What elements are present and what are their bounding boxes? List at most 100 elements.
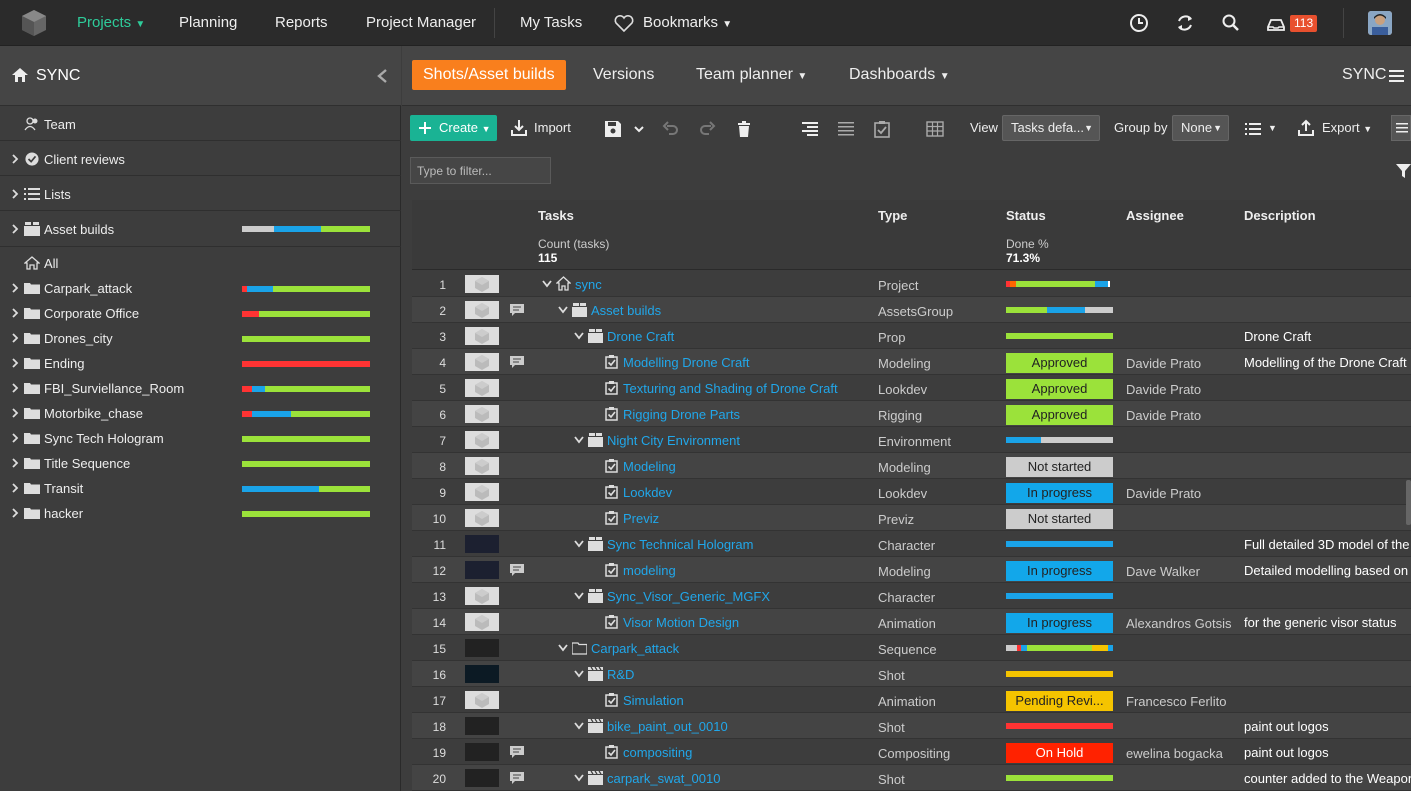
list-options-dropdown[interactable]: ▼ xyxy=(1268,115,1277,141)
collapse-sidebar-icon[interactable] xyxy=(376,69,388,83)
chevron-right-icon[interactable] xyxy=(11,308,19,318)
chevron-right-icon[interactable] xyxy=(11,224,19,234)
table-row[interactable]: 9 Lookdev Lookdev In progress Davide Prato xyxy=(412,479,1411,505)
view-select[interactable]: Tasks defa... ▼ xyxy=(1002,115,1100,141)
comment-icon[interactable] xyxy=(509,771,525,785)
task-name-link[interactable]: Simulation xyxy=(623,693,684,708)
sidebar-tree-item[interactable]: FBI_Surviellance_Room xyxy=(0,376,401,401)
assignee[interactable]: Davide Prato xyxy=(1126,356,1201,371)
more-options-button[interactable] xyxy=(1391,115,1411,141)
table-row[interactable]: 14 Visor Motion Design Animation In progres… xyxy=(412,609,1411,635)
task-name-link[interactable]: Sync_Visor_Generic_MGFX xyxy=(607,589,770,604)
inbox-icon[interactable] xyxy=(1265,12,1287,34)
table-row[interactable]: 4 Modelling Drone Craft Modeling Approved Da… xyxy=(412,349,1411,375)
tab-versions[interactable]: Versions xyxy=(593,66,654,84)
chevron-right-icon[interactable] xyxy=(11,458,19,468)
align-right-icon[interactable] xyxy=(801,120,819,138)
thumbnail[interactable] xyxy=(465,509,499,527)
table-row[interactable]: 20 carpark_swat_0010 Shot counter added to … xyxy=(412,765,1411,791)
table-row[interactable]: 12 modeling Modeling In progress Dave Walker… xyxy=(412,557,1411,583)
trash-icon[interactable] xyxy=(735,120,753,138)
thumbnail[interactable] xyxy=(465,561,499,579)
column-header-status[interactable]: Status xyxy=(1006,208,1046,223)
nav-projects[interactable]: Projects ▼ xyxy=(77,14,145,31)
sidebar-tree-item[interactable]: Title Sequence xyxy=(0,451,401,476)
task-name-link[interactable]: modeling xyxy=(623,563,676,578)
sidebar-item-lists[interactable]: Lists xyxy=(0,177,401,211)
thumbnail[interactable] xyxy=(465,483,499,501)
chevron-right-icon[interactable] xyxy=(11,408,19,418)
assignee[interactable]: Francesco Ferlito xyxy=(1126,694,1226,709)
assignee[interactable]: Alexandros Gotsis xyxy=(1126,616,1232,631)
table-row[interactable]: 11 Sync Technical Hologram Character Full d… xyxy=(412,531,1411,557)
notification-count-badge[interactable]: 113 xyxy=(1290,15,1318,32)
import-icon[interactable] xyxy=(510,119,528,137)
chevron-down-icon[interactable] xyxy=(574,774,584,782)
task-name-link[interactable]: Modelling Drone Craft xyxy=(623,355,749,370)
table-row[interactable]: 17 Simulation Animation Pending Revi... Fran… xyxy=(412,687,1411,713)
task-name-link[interactable]: bike_paint_out_0010 xyxy=(607,719,728,734)
task-name-link[interactable]: Visor Motion Design xyxy=(623,615,739,630)
sidebar-item-asset-builds[interactable]: Asset builds xyxy=(0,212,401,247)
chevron-right-icon[interactable] xyxy=(11,383,19,393)
column-header-tasks[interactable]: Tasks xyxy=(538,208,574,223)
vertical-scrollbar[interactable] xyxy=(1406,480,1411,525)
table-row[interactable]: 7 Night City Environment Environment xyxy=(412,427,1411,453)
comment-icon[interactable] xyxy=(509,303,525,317)
column-header-description[interactable]: Description xyxy=(1244,208,1316,223)
nav-reports[interactable]: Reports xyxy=(275,14,328,31)
task-name-link[interactable]: compositing xyxy=(623,745,692,760)
sidebar-tree-item[interactable]: Corporate Office xyxy=(0,301,401,326)
description[interactable]: for the generic visor status xyxy=(1244,615,1411,630)
thumbnail[interactable] xyxy=(465,431,499,449)
task-name-link[interactable]: Carpark_attack xyxy=(591,641,679,656)
nav-my-tasks[interactable]: My Tasks xyxy=(520,14,582,31)
save-icon[interactable] xyxy=(604,120,622,138)
thumbnail[interactable] xyxy=(465,379,499,397)
thumbnail[interactable] xyxy=(465,353,499,371)
description[interactable]: Full detailed 3D model of the xyxy=(1244,537,1411,552)
assignee[interactable]: ewelina bogacka xyxy=(1126,746,1223,761)
table-row[interactable]: 8 Modeling Modeling Not started xyxy=(412,453,1411,479)
hamburger-menu-icon[interactable] xyxy=(1389,70,1404,83)
chevron-right-icon[interactable] xyxy=(11,483,19,493)
table-row[interactable]: 6 Rigging Drone Parts Rigging Approved David… xyxy=(412,401,1411,427)
task-name-link[interactable]: carpark_swat_0010 xyxy=(607,771,720,786)
task-name-link[interactable]: Asset builds xyxy=(591,303,661,318)
thumbnail[interactable] xyxy=(465,691,499,709)
table-row[interactable]: 2 Asset builds AssetsGroup xyxy=(412,297,1411,323)
description[interactable]: counter added to the Weapon xyxy=(1244,771,1411,786)
status-badge[interactable]: Approved xyxy=(1006,405,1113,425)
table-row[interactable]: 15 Carpark_attack Sequence xyxy=(412,635,1411,661)
thumbnail[interactable] xyxy=(465,613,499,631)
tab-shots-asset-builds[interactable]: Shots/Asset builds xyxy=(412,60,566,90)
chevron-right-icon[interactable] xyxy=(11,508,19,518)
tab-dashboards[interactable]: Dashboards ▼ xyxy=(849,66,950,84)
tab-team-planner[interactable]: Team planner ▼ xyxy=(696,66,807,84)
create-button[interactable]: Create ▼ xyxy=(410,115,497,141)
chevron-down-icon[interactable] xyxy=(558,306,568,314)
sidebar-tree-item[interactable]: Sync Tech Hologram xyxy=(0,426,401,451)
chevron-down-icon[interactable] xyxy=(574,332,584,340)
task-name-link[interactable]: Night City Environment xyxy=(607,433,740,448)
status-badge[interactable]: Approved xyxy=(1006,379,1113,399)
ftrack-logo-icon[interactable] xyxy=(20,9,48,37)
thumbnail[interactable] xyxy=(465,405,499,423)
task-name-link[interactable]: Rigging Drone Parts xyxy=(623,407,740,422)
description[interactable]: Drone Craft xyxy=(1244,329,1411,344)
undo-icon[interactable] xyxy=(662,120,680,138)
thumbnail[interactable] xyxy=(465,457,499,475)
table-row[interactable]: 3 Drone Craft Prop Drone Craft xyxy=(412,323,1411,349)
justify-icon[interactable] xyxy=(837,120,855,138)
thumbnail[interactable] xyxy=(465,587,499,605)
status-badge[interactable]: Pending Revi... xyxy=(1006,691,1113,711)
comment-icon[interactable] xyxy=(509,563,525,577)
thumbnail[interactable] xyxy=(465,535,499,553)
sidebar-tree-item[interactable]: Transit xyxy=(0,476,401,501)
thumbnail[interactable] xyxy=(465,717,499,735)
assignee[interactable]: Davide Prato xyxy=(1126,382,1201,397)
description[interactable]: paint out logos xyxy=(1244,745,1411,760)
chevron-right-icon[interactable] xyxy=(11,358,19,368)
clock-icon[interactable] xyxy=(1128,12,1150,34)
chevron-down-icon[interactable] xyxy=(633,120,645,138)
